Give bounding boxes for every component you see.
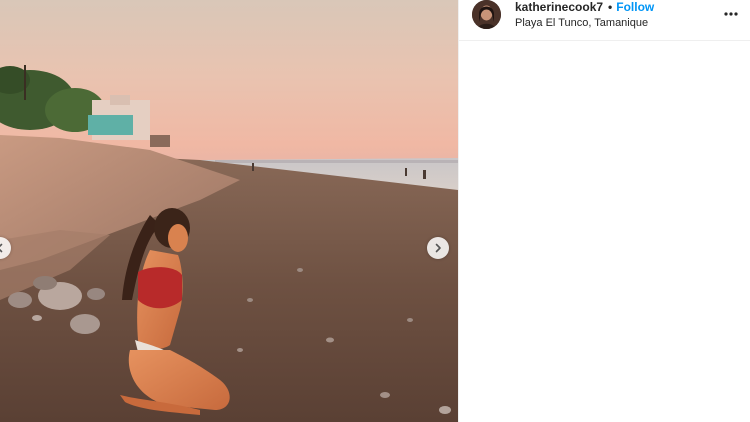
post-side-panel: katherinecook7 • Follow Playa El Tunco, Ta… xyxy=(459,0,750,422)
post-header: katherinecook7 • Follow Playa El Tunco, Ta… xyxy=(459,0,750,34)
avatar-image xyxy=(472,0,501,29)
avatar[interactable] xyxy=(472,0,501,29)
chevron-left-icon xyxy=(0,243,3,253)
username-link[interactable]: katherinecook7 xyxy=(515,0,603,14)
header-divider xyxy=(459,40,750,41)
more-options-icon xyxy=(724,12,738,16)
beach-photo-image xyxy=(0,0,458,422)
next-photo-button[interactable] xyxy=(427,237,449,259)
chevron-right-icon xyxy=(435,243,441,253)
location-link[interactable]: Playa El Tunco, Tamanique xyxy=(515,17,648,30)
username-row: katherinecook7 • Follow xyxy=(515,0,654,14)
separator-dot: • xyxy=(608,0,613,14)
post-photo[interactable] xyxy=(0,0,458,422)
more-options-button[interactable] xyxy=(721,6,741,22)
follow-button[interactable]: Follow xyxy=(616,0,654,14)
